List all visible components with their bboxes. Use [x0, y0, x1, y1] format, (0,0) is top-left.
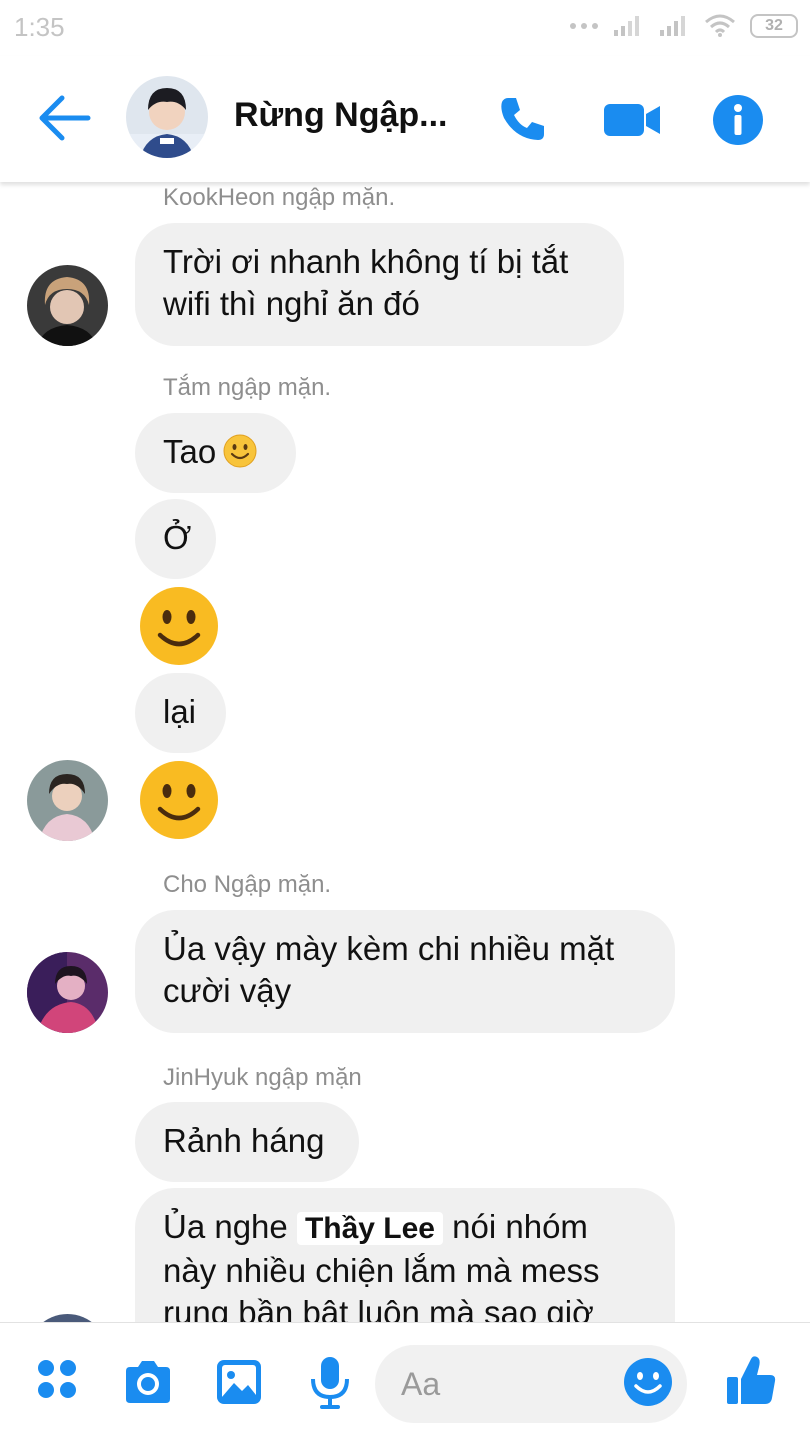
message-bubble[interactable]: Tao: [135, 413, 296, 493]
sender-name: Tắm ngập mặn.: [163, 374, 332, 401]
avatar[interactable]: [27, 760, 108, 841]
chat-title[interactable]: Rừng Ngập...: [234, 96, 448, 135]
phone-icon: [501, 98, 544, 140]
message-bubble[interactable]: Rảnh háng: [135, 1102, 359, 1182]
bubble-text: nói nhóm: [452, 1208, 588, 1245]
emoji-button[interactable]: [622, 1356, 674, 1408]
highlighted-name: Thầy Lee: [296, 1212, 443, 1245]
battery-indicator: 32: [750, 14, 798, 38]
avatar[interactable]: [27, 265, 108, 346]
avatar[interactable]: [27, 1314, 108, 1322]
message-bubble[interactable]: Ủa nghe Thầy Lee nói nhóm này nhiều chiệ…: [135, 1188, 675, 1322]
camera-button[interactable]: [122, 1357, 174, 1409]
message-list[interactable]: KookHeon ngập mặn. Trời ơi nhanh không t…: [0, 182, 810, 1322]
status-icons: 32: [570, 14, 798, 38]
gallery-button[interactable]: [214, 1357, 266, 1409]
like-button[interactable]: [724, 1353, 776, 1405]
like-icon: [727, 1356, 776, 1404]
cell-signal-icon: [614, 16, 639, 36]
bubble-text: Ủa nghe: [163, 1208, 288, 1245]
emoji-icon: [624, 1358, 672, 1406]
apps-icon: [38, 1360, 76, 1398]
voice-message-button[interactable]: [304, 1355, 356, 1409]
apps-button[interactable]: [34, 1356, 86, 1408]
message-bubble[interactable]: Trời ơi nhanh không tí bị tắt wifi thì n…: [135, 223, 624, 346]
info-icon: [713, 95, 763, 145]
voice-call-button[interactable]: [494, 92, 550, 148]
signal-dots-icon: [570, 23, 598, 29]
gallery-icon: [217, 1360, 261, 1404]
bubble-text: Tao: [163, 433, 217, 470]
conversation-info-button[interactable]: [710, 92, 766, 148]
video-call-button[interactable]: [602, 92, 660, 148]
back-arrow-icon: [39, 95, 91, 141]
avatar[interactable]: [27, 952, 108, 1033]
wifi-icon: [705, 14, 735, 37]
message-bubble[interactable]: Ở: [135, 499, 216, 579]
sender-name: JinHyuk ngập mặn: [163, 1064, 362, 1091]
message-bubble[interactable]: Ủa vậy mày kèm chi nhiều mặt cười vậy: [135, 910, 675, 1033]
bubble-text: này nhiều chiện lắm mà mess: [163, 1252, 600, 1289]
status-bar: 1:35 32: [0, 0, 810, 56]
group-avatar[interactable]: [126, 76, 208, 158]
camera-icon: [126, 1361, 170, 1403]
smiley-face-emoji[interactable]: [138, 585, 220, 667]
message-bubble[interactable]: lại: [135, 673, 226, 753]
video-camera-icon: [604, 104, 660, 136]
cell-signal-2-icon: [660, 16, 685, 36]
smiley-face-emoji[interactable]: [138, 759, 220, 841]
back-button[interactable]: [36, 92, 92, 144]
composer-bar: [0, 1322, 810, 1440]
status-time: 1:35: [14, 12, 65, 42]
bubble-text: rung bần bật luộn mà sao giờ: [163, 1294, 594, 1322]
sender-name: Cho Ngập mặn.: [163, 871, 332, 898]
smiley-face-emoji: [223, 434, 257, 468]
chat-header: Rừng Ngập...: [0, 56, 810, 182]
microphone-icon: [311, 1357, 349, 1409]
sender-name: KookHeon ngập mặn.: [163, 184, 396, 211]
